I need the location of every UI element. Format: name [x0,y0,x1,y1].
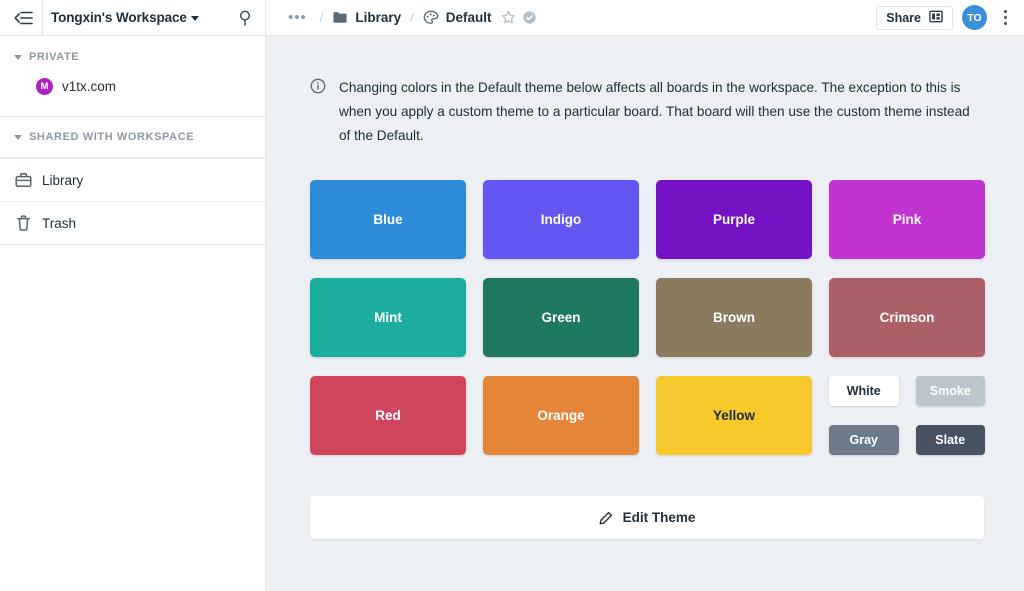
breadcrumb-label: Library [355,10,402,25]
breadcrumb: ••• / Library / Default [284,10,876,26]
trash-icon [14,214,32,232]
top-bar-actions: Share TO [876,5,1014,30]
more-vertical-icon[interactable] [996,6,1014,30]
color-swatch-brown[interactable]: Brown [656,278,812,357]
pin-icon[interactable] [233,6,257,30]
color-swatch-blue[interactable]: Blue [310,180,466,259]
breadcrumb-overflow-button[interactable]: ••• [284,10,311,25]
top-bar: ••• / Library / Default Share TO [266,0,1024,36]
color-swatch-pink[interactable]: Pink [829,180,985,259]
breadcrumb-label: Default [445,10,492,25]
sidebar-divider [0,244,265,245]
share-button-label: Share [886,10,921,25]
collapse-sidebar-icon[interactable] [10,5,36,31]
triangle-down-icon [14,134,22,140]
color-swatch-label: Crimson [879,310,935,325]
color-swatch-green[interactable]: Green [483,278,639,357]
star-outline-icon[interactable] [501,10,516,25]
folder-icon [332,10,348,26]
color-swatch-indigo[interactable]: Indigo [483,180,639,259]
breadcrumb-item-default[interactable]: Default [423,10,492,26]
color-swatch-slate[interactable]: Slate [915,425,985,455]
edit-theme-button[interactable]: Edit Theme [310,496,984,539]
palette-icon [423,10,439,26]
color-swatch-label: Green [541,310,581,325]
avatar[interactable]: TO [962,5,987,30]
pencil-icon [599,511,613,525]
color-swatch-label: Orange [537,408,585,423]
edit-theme-label: Edit Theme [622,510,696,525]
private-section: PRIVATE M v1tx.com [0,36,265,117]
workspace-header: Tongxin's Workspace [0,0,265,36]
color-swatch-label: Brown [713,310,755,325]
color-swatch-label: Slate [935,433,966,447]
sidebar-item-trash[interactable]: Trash [0,202,265,244]
board-avatar-icon: M [36,77,53,95]
neutral-swatch-group: White Smoke Gray Slate [829,376,985,455]
sidebar-item-label: Library [42,172,84,188]
breadcrumb-separator: / [319,10,324,25]
theme-content: Changing colors in the Default theme bel… [266,36,1024,591]
color-swatch-label: Yellow [712,408,756,423]
info-banner: Changing colors in the Default theme bel… [310,76,984,148]
check-circle-icon[interactable] [522,10,537,25]
color-swatch-label: White [846,384,881,398]
color-swatch-gray[interactable]: Gray [829,425,899,455]
color-swatch-yellow[interactable]: Yellow [656,376,812,455]
app-root: Tongxin's Workspace PRIVATE M v1tx.com S… [0,0,1024,591]
main-area: ••• / Library / Default Share TO Changin… [266,0,1024,591]
workspace-switcher[interactable]: Tongxin's Workspace [51,10,233,25]
color-swatch-label: Blue [373,212,403,227]
color-swatch-smoke[interactable]: Smoke [915,376,985,406]
shared-section-label: SHARED WITH WORKSPACE [29,131,195,143]
color-swatch-label: Purple [712,212,755,227]
color-swatch-label: Red [375,408,401,423]
color-swatch-label: Smoke [929,384,971,398]
share-board-icon [929,10,943,26]
color-swatch-crimson[interactable]: Crimson [829,278,985,357]
briefcase-icon [14,171,32,189]
color-swatch-mint[interactable]: Mint [310,278,466,357]
private-section-label: PRIVATE [29,51,80,63]
breadcrumb-item-library[interactable]: Library [332,10,401,26]
header-divider [42,0,43,36]
color-swatch-label: Gray [849,433,879,447]
triangle-down-icon [14,54,22,60]
sidebar-item-library[interactable]: Library [0,159,265,201]
color-swatch-red[interactable]: Red [310,376,466,455]
color-swatch-orange[interactable]: Orange [483,376,639,455]
share-button[interactable]: Share [876,5,953,30]
sidebar-item-label: Trash [42,215,77,231]
sidebar: Tongxin's Workspace PRIVATE M v1tx.com S… [0,0,266,591]
shared-section-toggle[interactable]: SHARED WITH WORKSPACE [0,117,265,157]
chevron-down-icon [190,16,199,21]
neutral-swatch-row-bottom: Gray Slate [829,425,985,455]
info-banner-text: Changing colors in the Default theme bel… [339,80,970,143]
private-section-toggle[interactable]: PRIVATE [0,46,265,68]
color-swatch-label: Mint [374,310,402,325]
sidebar-item-v1tx[interactable]: M v1tx.com [0,68,265,104]
color-swatch-label: Indigo [540,212,582,227]
color-swatch-label: Pink [892,212,922,227]
theme-color-grid: Blue Indigo Purple Pink Mint Green Brown… [310,180,985,455]
color-swatch-purple[interactable]: Purple [656,180,812,259]
sidebar-item-label: v1tx.com [62,78,117,94]
info-icon [310,78,326,148]
shared-section: SHARED WITH WORKSPACE [0,117,265,158]
color-swatch-white[interactable]: White [829,376,899,406]
breadcrumb-separator: / [410,10,414,25]
workspace-name: Tongxin's Workspace [51,10,187,25]
neutral-swatch-row-top: White Smoke [829,376,985,406]
